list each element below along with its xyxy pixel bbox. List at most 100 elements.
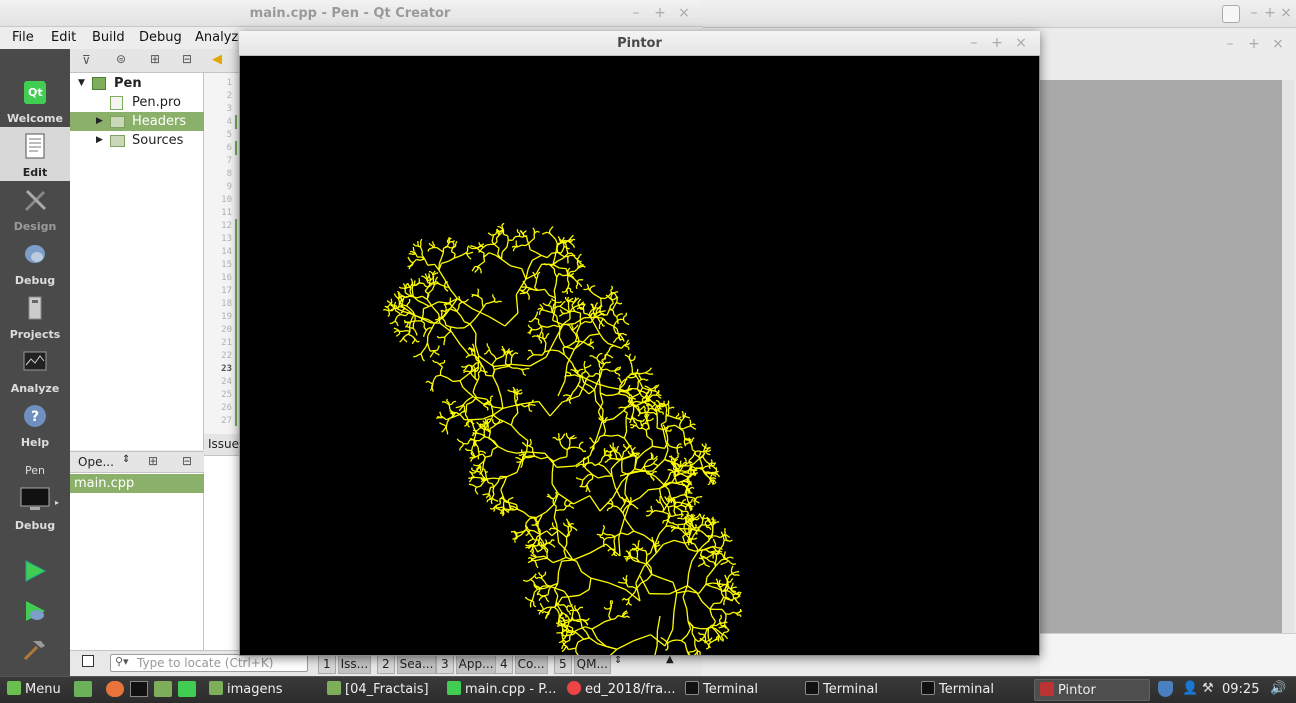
maximize-icon[interactable]: + <box>1246 35 1262 53</box>
toggle-sidebar-icon[interactable] <box>82 655 94 667</box>
line-number: 6 <box>226 143 232 153</box>
run-button[interactable] <box>23 559 47 587</box>
fractal-segment <box>613 326 615 331</box>
close-icon[interactable]: × <box>1270 35 1286 53</box>
taskbar-item-active[interactable]: Pintor <box>1034 679 1150 701</box>
qtcreator-launcher-icon[interactable] <box>178 681 196 697</box>
menu-file[interactable]: File <box>12 30 34 45</box>
close-icon[interactable]: × <box>1278 4 1294 22</box>
fractal-segment <box>705 549 710 553</box>
fractal-segment <box>620 406 624 409</box>
fractal-segment <box>703 458 707 463</box>
taskbar-item[interactable]: main.cpp - P... <box>442 679 558 701</box>
fractal-segment <box>574 310 581 314</box>
taskbar-item[interactable]: [04_Fractais] <box>322 679 438 701</box>
build-button[interactable] <box>23 637 47 665</box>
mode-projects[interactable]: Projects <box>0 289 70 343</box>
fractal-segment <box>400 338 403 342</box>
fractal-segment <box>519 235 523 238</box>
maximize-icon[interactable]: + <box>1262 4 1278 22</box>
taskbar-item-label: Terminal <box>939 682 994 697</box>
fractal-segment <box>613 321 617 327</box>
kit-selector[interactable] <box>20 487 50 511</box>
output-tab-search[interactable]: 2 Sea... <box>377 654 437 674</box>
fractal-segment <box>587 375 590 379</box>
shield-icon[interactable] <box>1158 681 1173 697</box>
fractal-segment <box>526 288 530 293</box>
menu-edit[interactable]: Edit <box>51 30 76 45</box>
fractal-segment <box>583 360 586 364</box>
mode-analyze[interactable]: Analyze <box>0 343 70 397</box>
show-desktop-icon[interactable] <box>74 681 92 697</box>
fractal-segment <box>485 370 488 374</box>
close-icon[interactable]: × <box>676 4 692 22</box>
maximize-icon[interactable]: + <box>989 34 1005 52</box>
taskbar-item[interactable]: Terminal <box>916 679 1032 701</box>
output-tab-app[interactable]: 3 App... <box>436 654 497 674</box>
background-window-titlebar[interactable]: – + × <box>702 0 1296 28</box>
open-docs-combo[interactable]: Ope... <box>78 455 114 469</box>
firefox-icon[interactable] <box>106 681 124 697</box>
tree-item-sources[interactable]: ▶ Sources <box>70 131 204 150</box>
output-tab-compile[interactable]: 4 Co... <box>495 654 548 674</box>
clock[interactable]: 09:25 <box>1222 679 1259 701</box>
scrollbar[interactable] <box>1282 80 1294 633</box>
volume-icon[interactable]: 🔊 <box>1270 681 1286 696</box>
minimize-icon[interactable]: – <box>1222 35 1238 53</box>
debug-run-button[interactable] <box>23 599 47 627</box>
tree-item-pro[interactable]: Pen.pro <box>70 93 204 112</box>
close-pane-icon[interactable]: ⊟ <box>182 454 192 468</box>
terminal-launcher-icon[interactable] <box>130 681 148 697</box>
files-launcher-icon[interactable] <box>154 681 172 697</box>
drawing-canvas[interactable] <box>240 56 1039 703</box>
sync-link-icon[interactable]: ⊜ <box>116 52 126 66</box>
fractal-segment <box>588 578 592 590</box>
maximize-icon[interactable]: + <box>652 4 668 22</box>
combo-arrows-icon[interactable]: ⇕ <box>122 454 130 465</box>
output-tab-issues[interactable]: 1 Iss... <box>318 654 372 674</box>
locator-input[interactable]: ⚲▾ Type to locate (Ctrl+K) <box>110 654 308 672</box>
network-icon[interactable]: ⚒ <box>1202 681 1214 696</box>
close-pane-icon[interactable]: ⊟ <box>182 52 192 66</box>
user-icon[interactable]: 👤 <box>1182 681 1198 696</box>
taskbar-item[interactable]: imagens <box>204 679 320 701</box>
tree-item-headers[interactable]: ▶ Headers <box>70 112 204 131</box>
fractal-segment <box>526 240 530 244</box>
tree-item-root[interactable]: ▼ Pen <box>70 74 204 93</box>
mode-design[interactable]: Design <box>0 181 70 235</box>
fractal-segment <box>603 466 609 472</box>
filter-icon[interactable]: ⊽ <box>82 53 91 67</box>
minimize-icon[interactable]: – <box>1246 4 1262 22</box>
output-tab-qml[interactable]: 5 QM... <box>554 654 611 674</box>
mode-edit[interactable]: Edit <box>0 127 70 181</box>
fractal-segment <box>533 530 538 534</box>
fractal-segment <box>551 530 558 537</box>
tab-scroll-icon[interactable]: ⇕ <box>614 655 622 666</box>
close-icon[interactable]: × <box>1013 34 1029 52</box>
menu-build[interactable]: Build <box>92 30 125 45</box>
pintor-titlebar[interactable]: Pintor – + × <box>239 31 1040 56</box>
taskbar-item[interactable]: Terminal <box>800 679 916 701</box>
fractal-segment <box>581 334 591 344</box>
qtcreator-titlebar[interactable]: main.cpp - Pen - Qt Creator – + × <box>0 0 702 27</box>
fractal-segment <box>432 359 435 363</box>
profile-icon[interactable] <box>1222 5 1240 23</box>
menu-debug[interactable]: Debug <box>139 30 182 45</box>
minimize-icon[interactable]: – <box>628 4 644 22</box>
taskbar-item[interactable]: Terminal <box>680 679 796 701</box>
fractal-segment <box>532 540 537 545</box>
fractal-segment <box>726 575 730 581</box>
fractal-segment <box>528 320 532 323</box>
split-icon[interactable]: ⊞ <box>148 454 158 468</box>
fractal-segment <box>511 363 531 367</box>
fractal-segment <box>631 395 633 403</box>
split-icon[interactable]: ⊞ <box>150 52 160 66</box>
mode-help[interactable]: ? Help <box>0 397 70 451</box>
mode-welcome[interactable]: Qt Welcome <box>0 73 70 127</box>
open-doc-item[interactable]: main.cpp <box>70 474 204 493</box>
start-menu-button[interactable]: Menu <box>2 679 68 701</box>
back-arrow-icon[interactable]: ◀ <box>212 52 222 67</box>
minimize-icon[interactable]: – <box>966 34 982 52</box>
mode-debug[interactable]: Debug <box>0 235 70 289</box>
taskbar-item[interactable]: ed_2018/fra... <box>562 679 678 701</box>
